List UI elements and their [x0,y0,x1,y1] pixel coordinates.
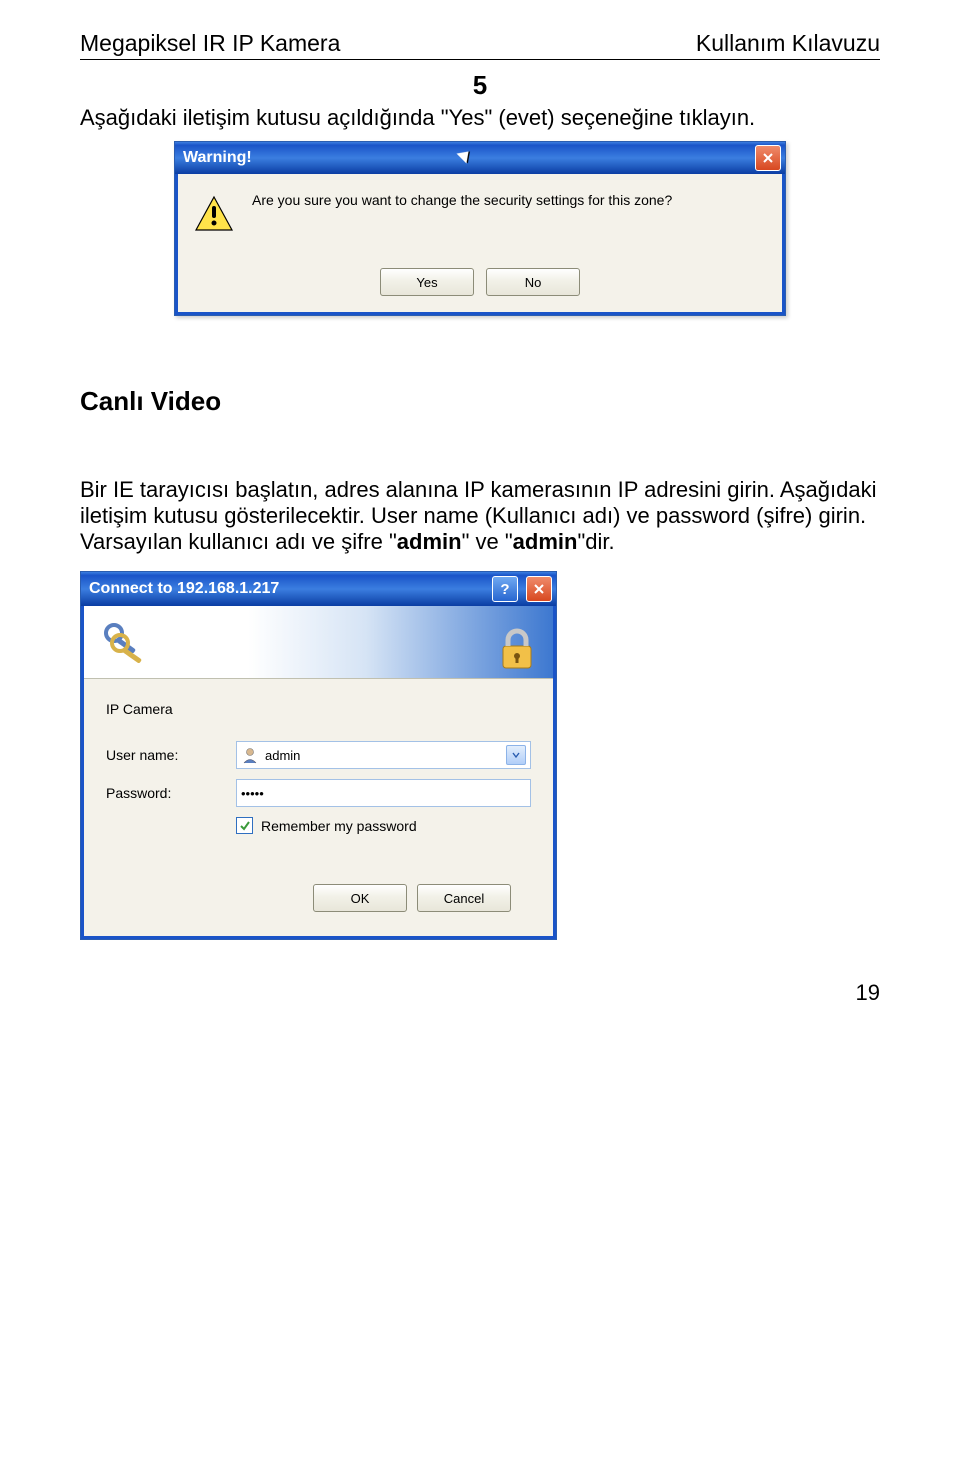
realm-label: IP Camera [106,701,531,717]
header-left: Megapiksel IR IP Kamera [80,30,340,57]
close-icon[interactable] [526,576,552,602]
password-label: Password: [106,785,236,801]
cursor-icon [458,146,476,170]
ok-button[interactable]: OK [313,884,407,912]
username-input[interactable]: admin [236,741,531,769]
section-title: Canlı Video [80,386,880,417]
keys-icon [102,619,148,665]
password-value: ••••• [241,786,264,801]
warning-message: Are you sure you want to change the secu… [252,192,672,208]
lock-icon [493,624,541,672]
remember-row[interactable]: Remember my password [236,817,531,834]
warning-body: Are you sure you want to change the secu… [175,174,785,315]
connect-dialog: Connect to 192.168.1.217 ? IP Camera [80,571,557,940]
step-number: 5 [80,70,880,101]
remember-label: Remember my password [261,818,417,834]
yes-button[interactable]: Yes [380,268,474,296]
help-icon[interactable]: ? [492,576,518,602]
username-value: admin [265,748,300,763]
warning-title: Warning! [183,149,458,167]
body-paragraph: Bir IE tarayıcısı başlatın, adres alanın… [80,477,880,555]
connect-body: IP Camera User name: admin Password: [81,606,556,939]
chevron-down-icon[interactable] [506,745,526,765]
warning-triangle-icon [194,194,234,234]
cancel-button[interactable]: Cancel [417,884,511,912]
connect-title: Connect to 192.168.1.217 [89,580,492,598]
intro-text: Aşağıdaki iletişim kutusu açıldığında "Y… [80,105,880,131]
connect-banner [84,606,553,679]
remember-checkbox[interactable] [236,817,253,834]
page-header: Megapiksel IR IP Kamera Kullanım Kılavuz… [80,30,880,60]
header-right: Kullanım Kılavuzu [696,30,880,57]
warning-titlebar: Warning! [175,142,785,174]
person-icon [241,746,259,764]
warning-dialog: Warning! Are you sure you want to change… [174,141,786,316]
close-icon[interactable] [755,145,781,171]
connect-titlebar: Connect to 192.168.1.217 ? [81,572,556,606]
page-number: 19 [80,980,880,1006]
username-label: User name: [106,747,236,763]
password-input[interactable]: ••••• [236,779,531,807]
no-button[interactable]: No [486,268,580,296]
